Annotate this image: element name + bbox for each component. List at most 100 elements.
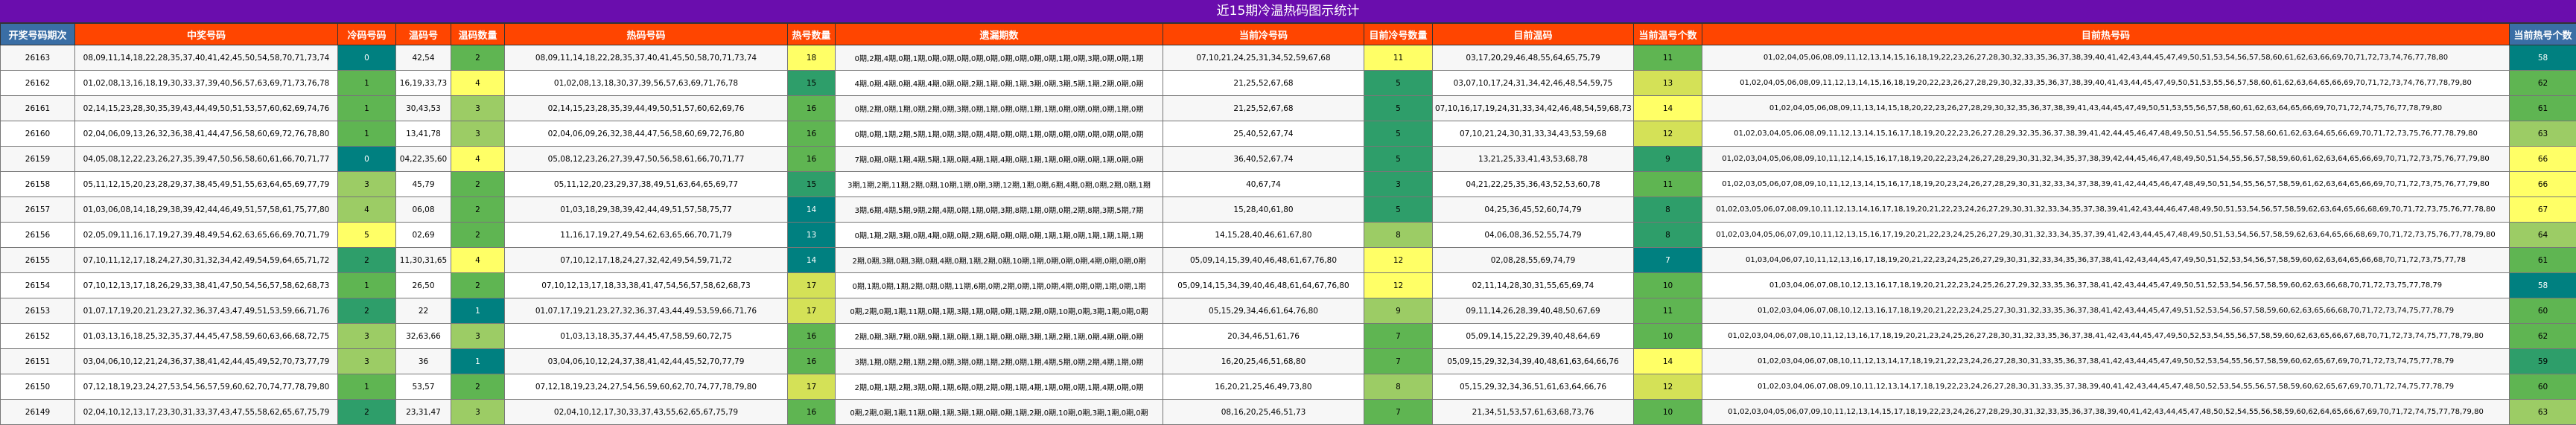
cell-current-hot: 01,02,04,05,06,08,09,11,12,13,14,15,16,1… bbox=[1702, 71, 2510, 96]
cell-warm-count: 3 bbox=[451, 324, 505, 349]
cell-current-hot-count: 59 bbox=[2510, 349, 2576, 374]
cell-hot-count: 16 bbox=[788, 147, 836, 172]
cell-warm-count: 1 bbox=[451, 298, 505, 324]
cell-warm-numbers: 04,22,35,60 bbox=[396, 147, 451, 172]
cell-warm-numbers: 36 bbox=[396, 349, 451, 374]
cell-current-cold-count: 12 bbox=[1364, 248, 1433, 273]
cell-current-warm-count: 8 bbox=[1634, 197, 1702, 223]
cell-current-cold: 21,25,52,67,68 bbox=[1163, 71, 1364, 96]
cell-warm-count: 3 bbox=[451, 96, 505, 121]
cell-winning-numbers: 03,04,06,10,12,21,24,36,37,38,41,42,44,4… bbox=[75, 349, 338, 374]
cell-current-cold: 07,10,21,24,25,31,34,52,59,67,68 bbox=[1163, 45, 1364, 71]
cell-period: 26163 bbox=[1, 45, 75, 71]
cell-current-warm-count: 10 bbox=[1634, 324, 1702, 349]
cell-winning-numbers: 01,03,13,16,18,25,32,35,37,44,45,47,58,5… bbox=[75, 324, 338, 349]
page-title: 近15期冷温热码图示统计 bbox=[0, 0, 2576, 23]
cell-winning-numbers: 01,03,06,08,14,18,29,38,39,42,44,46,49,5… bbox=[75, 197, 338, 223]
cell-warm-count: 4 bbox=[451, 71, 505, 96]
cell-current-hot: 01,02,03,04,06,07,08,10,12,13,16,17,18,1… bbox=[1702, 298, 2510, 324]
cell-current-warm-count: 11 bbox=[1634, 298, 1702, 324]
cell-current-warm-count: 14 bbox=[1634, 96, 1702, 121]
cell-cold-count: 1 bbox=[338, 71, 396, 96]
cell-current-hot-count: 58 bbox=[2510, 45, 2576, 71]
cell-warm-numbers: 32,63,66 bbox=[396, 324, 451, 349]
cell-hot-numbers: 08,09,11,14,18,22,28,35,37,40,41,45,50,5… bbox=[505, 45, 788, 71]
cell-hot-count: 16 bbox=[788, 96, 836, 121]
cell-current-cold: 40,67,74 bbox=[1163, 172, 1364, 197]
cell-current-hot-count: 63 bbox=[2510, 400, 2576, 425]
cell-current-hot: 01,03,04,06,07,08,10,12,13,16,17,18,19,2… bbox=[1702, 273, 2510, 298]
cell-period: 26153 bbox=[1, 298, 75, 324]
cell-winning-numbers: 02,05,09,11,16,17,19,27,39,48,49,54,62,6… bbox=[75, 223, 338, 248]
table-row: 2615407,10,12,13,17,18,26,29,33,38,41,47… bbox=[1, 273, 2576, 298]
cell-current-hot-count: 66 bbox=[2510, 147, 2576, 172]
cell-hot-count: 17 bbox=[788, 374, 836, 400]
cell-hot-numbers: 01,03,18,29,38,39,42,44,49,51,57,58,75,7… bbox=[505, 197, 788, 223]
cell-hot-numbers: 05,11,12,20,23,29,37,38,49,51,63,64,65,6… bbox=[505, 172, 788, 197]
cell-hot-count: 16 bbox=[788, 349, 836, 374]
cell-hot-numbers: 02,04,10,12,17,30,33,37,43,55,62,65,67,7… bbox=[505, 400, 788, 425]
cell-current-cold: 05,09,14,15,34,39,40,46,48,61,64,67,76,8… bbox=[1163, 273, 1364, 298]
cell-hot-numbers: 02,04,06,09,26,32,38,44,47,56,58,60,69,7… bbox=[505, 121, 788, 147]
cell-current-warm-count: 13 bbox=[1634, 71, 1702, 96]
cell-warm-count: 4 bbox=[451, 147, 505, 172]
cell-current-warm: 02,11,14,28,30,31,55,65,69,74 bbox=[1433, 273, 1634, 298]
cell-cold-count: 0 bbox=[338, 147, 396, 172]
cell-cold-count: 5 bbox=[338, 223, 396, 248]
cell-current-cold: 36,40,52,67,74 bbox=[1163, 147, 1364, 172]
cell-hot-count: 16 bbox=[788, 400, 836, 425]
cell-current-warm: 13,21,25,33,41,43,53,68,78 bbox=[1433, 147, 1634, 172]
cell-current-warm-count: 9 bbox=[1634, 147, 1702, 172]
cell-warm-count: 2 bbox=[451, 197, 505, 223]
cell-hot-count: 18 bbox=[788, 45, 836, 71]
cell-current-hot: 01,03,04,06,07,10,11,12,13,16,17,18,19,2… bbox=[1702, 248, 2510, 273]
cell-current-hot: 01,02,03,04,05,06,07,09,10,11,12,13,15,1… bbox=[1702, 223, 2510, 248]
cell-period: 26157 bbox=[1, 197, 75, 223]
cell-cold-count: 1 bbox=[338, 96, 396, 121]
cell-miss-periods: 0期,2期,0期,1期,11期,0期,1期,3期,1期,0期,0期,1期,2期,… bbox=[836, 400, 1163, 425]
cell-winning-numbers: 07,12,18,19,23,24,27,53,54,56,57,59,60,6… bbox=[75, 374, 338, 400]
cell-hot-numbers: 07,10,12,13,17,18,33,38,41,47,54,56,57,5… bbox=[505, 273, 788, 298]
cell-current-cold: 20,34,46,51,61,76 bbox=[1163, 324, 1364, 349]
column-header-miss: 遗漏期数 bbox=[836, 24, 1163, 45]
cell-period: 26161 bbox=[1, 96, 75, 121]
cell-current-cold-count: 5 bbox=[1364, 71, 1433, 96]
cell-current-hot: 01,02,03,04,06,07,08,10,11,12,13,16,17,1… bbox=[1702, 324, 2510, 349]
table-row: 2615904,05,08,12,22,23,26,27,35,39,47,50… bbox=[1, 147, 2576, 172]
table-row: 2614902,04,10,12,13,17,23,30,31,33,37,43… bbox=[1, 400, 2576, 425]
cell-hot-count: 14 bbox=[788, 248, 836, 273]
cell-current-warm: 05,09,15,29,32,34,39,40,48,61,63,64,66,7… bbox=[1433, 349, 1634, 374]
cell-hot-numbers: 01,02,08,13,18,30,37,39,56,57,63,69,71,7… bbox=[505, 71, 788, 96]
cell-miss-periods: 4期,0期,4期,0期,4期,4期,0期,0期,2期,1期,0期,1期,3期,0… bbox=[836, 71, 1163, 96]
cell-hot-numbers: 01,07,17,19,21,23,27,32,36,37,43,44,49,5… bbox=[505, 298, 788, 324]
cell-current-cold-count: 12 bbox=[1364, 273, 1433, 298]
cell-current-warm-count: 12 bbox=[1634, 121, 1702, 147]
cell-current-hot-count: 58 bbox=[2510, 273, 2576, 298]
table-row: 2615507,10,11,12,17,18,24,27,30,31,32,34… bbox=[1, 248, 2576, 273]
cell-warm-count: 2 bbox=[451, 45, 505, 71]
cell-current-cold-count: 5 bbox=[1364, 197, 1433, 223]
cell-warm-numbers: 16,19,33,73 bbox=[396, 71, 451, 96]
cell-current-cold-count: 7 bbox=[1364, 400, 1433, 425]
table-row: 2615602,05,09,11,16,17,19,27,39,48,49,54… bbox=[1, 223, 2576, 248]
cell-hot-count: 16 bbox=[788, 324, 836, 349]
cell-warm-numbers: 23,31,47 bbox=[396, 400, 451, 425]
cell-cold-count: 1 bbox=[338, 374, 396, 400]
cell-miss-periods: 0期,2期,0期,1期,0期,2期,0期,3期,0期,1期,0期,0期,1期,1… bbox=[836, 96, 1163, 121]
cell-winning-numbers: 02,14,15,23,28,30,35,39,43,44,49,50,51,5… bbox=[75, 96, 338, 121]
cell-period: 26152 bbox=[1, 324, 75, 349]
cell-hot-numbers: 03,04,06,10,12,24,37,38,41,42,44,45,52,7… bbox=[505, 349, 788, 374]
cell-current-hot-count: 61 bbox=[2510, 248, 2576, 273]
cell-miss-periods: 0期,2期,0期,1期,11期,0期,1期,3期,1期,0期,0期,1期,2期,… bbox=[836, 298, 1163, 324]
cell-winning-numbers: 02,04,10,12,13,17,23,30,31,33,37,43,47,5… bbox=[75, 400, 338, 425]
cell-miss-periods: 2期,0期,3期,0期,3期,0期,4期,0期,1期,2期,0期,10期,1期,… bbox=[836, 248, 1163, 273]
cell-current-cold-count: 8 bbox=[1364, 223, 1433, 248]
cell-period: 26154 bbox=[1, 273, 75, 298]
cell-current-cold-count: 9 bbox=[1364, 298, 1433, 324]
cell-current-cold-count: 7 bbox=[1364, 349, 1433, 374]
cell-current-hot: 01,02,04,05,06,08,09,11,13,14,15,18,20,2… bbox=[1702, 96, 2510, 121]
column-header-current-cold-count: 目前冷号数量 bbox=[1364, 24, 1433, 45]
column-header-hot-count: 热号数量 bbox=[788, 24, 836, 45]
cell-period: 26158 bbox=[1, 172, 75, 197]
table-row: 2616102,14,15,23,28,30,35,39,43,44,49,50… bbox=[1, 96, 2576, 121]
